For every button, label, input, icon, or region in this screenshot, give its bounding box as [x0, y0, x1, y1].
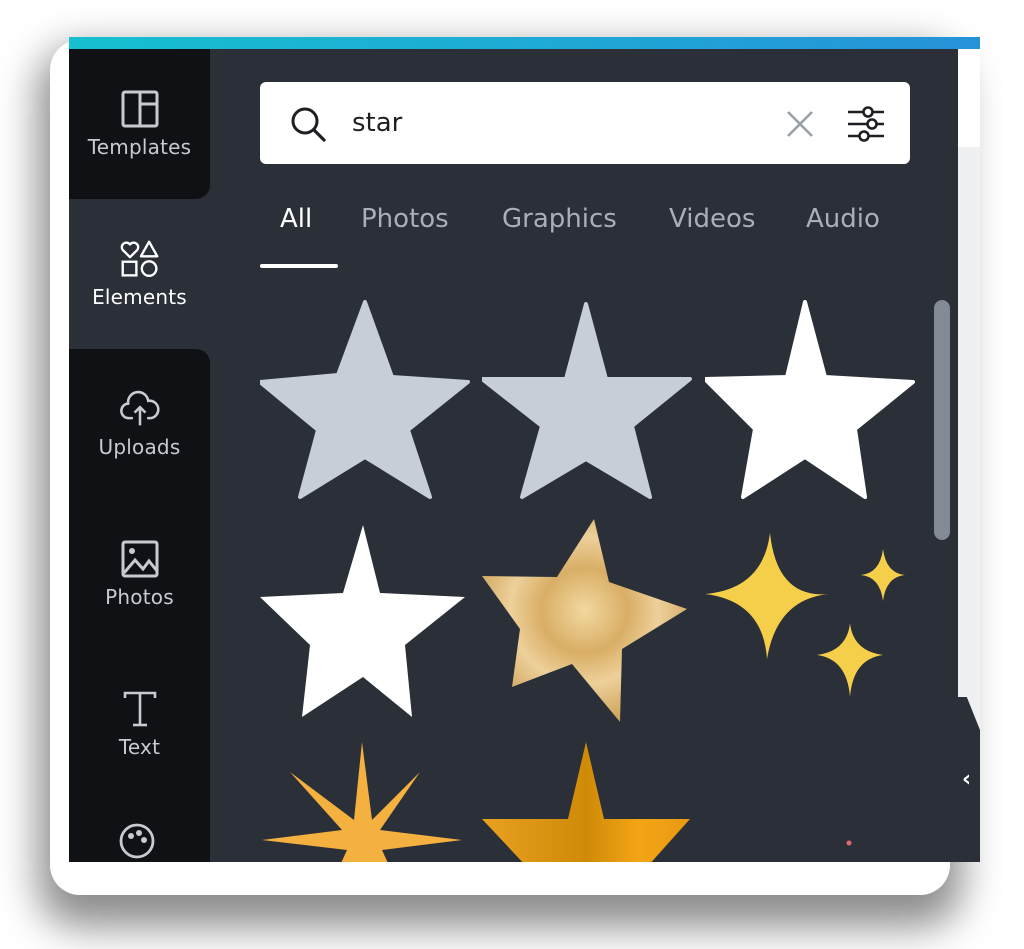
sidebar-item-uploads[interactable]: Uploads: [69, 349, 210, 499]
sliders-icon[interactable]: [844, 102, 888, 146]
sidebar-item-label: Photos: [105, 585, 174, 609]
result-white-star[interactable]: [705, 299, 915, 504]
sidebar-item-elements[interactable]: Elements: [69, 199, 210, 349]
result-gold-star[interactable]: [482, 742, 692, 862]
image-icon: [120, 539, 160, 579]
sidebar-item-templates[interactable]: Templates: [69, 49, 210, 199]
result-gold-foil-star[interactable]: [482, 519, 692, 725]
text-icon: [120, 689, 160, 729]
results-grid: [260, 297, 920, 862]
templates-icon: [120, 89, 160, 129]
sidebar-item-styles[interactable]: [69, 799, 210, 862]
result-yellow-sparkles[interactable]: [705, 529, 915, 729]
close-icon[interactable]: [782, 106, 818, 142]
result-gray-star[interactable]: [482, 299, 692, 504]
sidebar-item-label: Text: [118, 735, 161, 759]
search-bar: [260, 82, 910, 164]
search-icon[interactable]: [288, 104, 328, 144]
scrollbar[interactable]: [930, 294, 950, 862]
elements-panel: All Photos Graphics Videos Audio: [210, 49, 958, 862]
cloud-upload-icon: [119, 389, 160, 429]
canvas-strip: [958, 147, 980, 747]
sidebar-item-label: Uploads: [98, 435, 181, 459]
sidebar: Templates Elements Uploads Photos Text: [69, 49, 210, 862]
result-orange-burst-star[interactable]: [262, 742, 467, 862]
result-pink-dots[interactable]: [740, 827, 860, 862]
sidebar-item-photos[interactable]: Photos: [69, 499, 210, 649]
search-input[interactable]: [352, 100, 772, 146]
result-gray-star[interactable]: [260, 297, 470, 502]
result-white-star[interactable]: [260, 525, 470, 725]
tab-videos[interactable]: Videos: [669, 204, 755, 234]
sidebar-item-text[interactable]: Text: [69, 649, 210, 799]
top-accent-bar: [69, 37, 980, 49]
sidebar-item-label: Elements: [92, 285, 187, 309]
sidebar-item-label: Templates: [87, 135, 192, 159]
tab-all[interactable]: All: [280, 204, 312, 234]
chevron-left-icon: ‹: [962, 767, 972, 792]
palette-icon: [117, 821, 157, 862]
elements-icon: [120, 239, 160, 279]
tab-graphics[interactable]: Graphics: [502, 204, 617, 234]
tab-audio[interactable]: Audio: [806, 204, 880, 234]
tab-photos[interactable]: Photos: [361, 204, 449, 234]
scrollbar-thumb[interactable]: [934, 300, 950, 540]
editor-panel: Templates Elements Uploads Photos Text s…: [69, 37, 980, 862]
active-tab-indicator: [260, 264, 338, 268]
